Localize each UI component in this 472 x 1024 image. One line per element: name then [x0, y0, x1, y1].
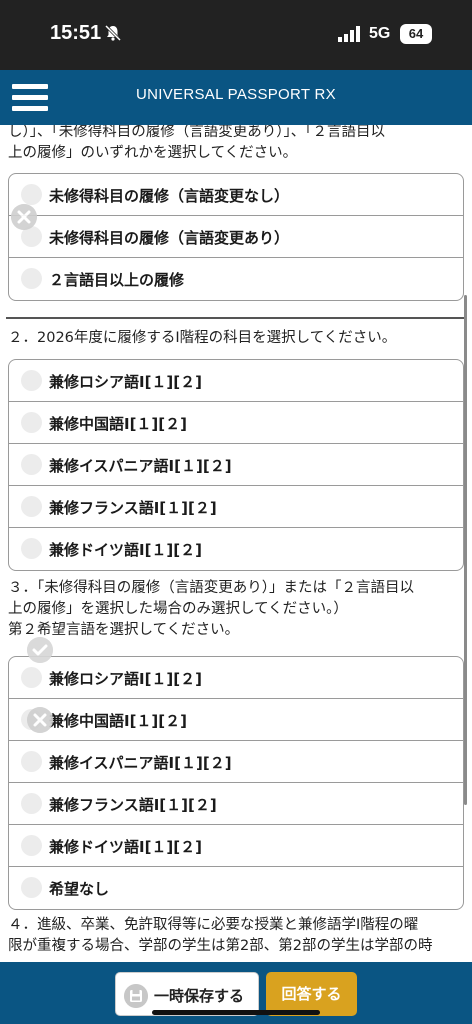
- radio-option[interactable]: 兼修イスパニア語I[１][２]: [9, 741, 463, 783]
- save-button-label: 一時保存する: [154, 987, 245, 1005]
- battery-icon: 64: [400, 24, 432, 44]
- clear-selection-icon[interactable]: [27, 707, 53, 733]
- radio-button[interactable]: [21, 454, 42, 475]
- signal-icon: [338, 26, 360, 42]
- radio-button[interactable]: [21, 268, 42, 289]
- radio-option[interactable]: 兼修フランス語I[１][２]: [9, 486, 463, 528]
- question-2-options: 兼修ロシア語I[１][２] 兼修中国語I[１][２] 兼修イスパニア語I[１][…: [8, 359, 464, 571]
- app-title: UNIVERSAL PASSPORT RX: [136, 86, 336, 103]
- bell-muted-icon: [104, 24, 122, 42]
- question-4-text: ４．進級、卒業、免許取得等に必要な授業と兼修語学I階程の曜 限が重複する場合、学…: [8, 917, 433, 954]
- radio-option[interactable]: ２言語目以上の履修: [9, 258, 463, 300]
- question-3-options: 兼修ロシア語I[１][２] 兼修中国語I[１][２] 兼修イスパニア語I[１][…: [8, 656, 464, 910]
- radio-option[interactable]: 未修得科目の履修（言語変更あり）: [9, 216, 463, 258]
- radio-button[interactable]: [21, 877, 42, 898]
- radio-option[interactable]: 兼修ロシア語I[１][２]: [9, 360, 463, 402]
- radio-button[interactable]: [21, 496, 42, 517]
- radio-option[interactable]: 兼修フランス語I[１][２]: [9, 783, 463, 825]
- radio-button[interactable]: [21, 538, 42, 559]
- check-icon: [27, 637, 53, 663]
- scrollbar[interactable]: [464, 295, 467, 805]
- home-indicator[interactable]: [152, 1010, 320, 1015]
- radio-option[interactable]: 兼修イスパニア語I[１][２]: [9, 444, 463, 486]
- section-divider: [6, 317, 466, 319]
- radio-option[interactable]: 兼修中国語I[１][２]: [9, 699, 463, 741]
- radio-option[interactable]: 兼修中国語I[１][２]: [9, 402, 463, 444]
- question-3-text: ３．「未修得科目の履修（言語変更あり）」または「２言語目以 上の履修」を選択した…: [8, 580, 414, 638]
- status-bar: 15:51 5G 64: [0, 0, 472, 70]
- radio-option[interactable]: 希望なし: [9, 867, 463, 909]
- radio-button[interactable]: [21, 751, 42, 772]
- radio-option[interactable]: 兼修ドイツ語I[１][２]: [9, 528, 463, 570]
- radio-option[interactable]: 兼修ロシア語I[１][２]: [9, 657, 463, 699]
- survey-content[interactable]: し）」、「未修得科目の履修（言語変更あり）」、「２言語目以 上の履修」のいずれか…: [0, 125, 472, 962]
- clear-selection-icon[interactable]: [11, 204, 37, 230]
- app-header: UNIVERSAL PASSPORT RX: [0, 70, 472, 125]
- network-label: 5G: [369, 25, 391, 42]
- radio-button[interactable]: [21, 835, 42, 856]
- radio-button[interactable]: [21, 370, 42, 391]
- status-time: 15:51: [50, 22, 102, 44]
- radio-option[interactable]: 兼修ドイツ語I[１][２]: [9, 825, 463, 867]
- question-1-text: し）」、「未修得科目の履修（言語変更あり）」、「２言語目以 上の履修」のいずれか…: [8, 125, 385, 161]
- radio-button[interactable]: [21, 667, 42, 688]
- question-1-options: 未修得科目の履修（言語変更なし） 未修得科目の履修（言語変更あり） ２言語目以上…: [8, 173, 464, 301]
- radio-button[interactable]: [21, 793, 42, 814]
- floppy-disk-icon: [124, 984, 148, 1008]
- radio-option[interactable]: 未修得科目の履修（言語変更なし）: [9, 174, 463, 216]
- radio-button[interactable]: [21, 412, 42, 433]
- question-2-text: ２．2026年度に履修するI階程の科目を選択してください。: [8, 330, 397, 346]
- answer-button-label: 回答する: [281, 985, 342, 1003]
- radio-button[interactable]: [21, 184, 42, 205]
